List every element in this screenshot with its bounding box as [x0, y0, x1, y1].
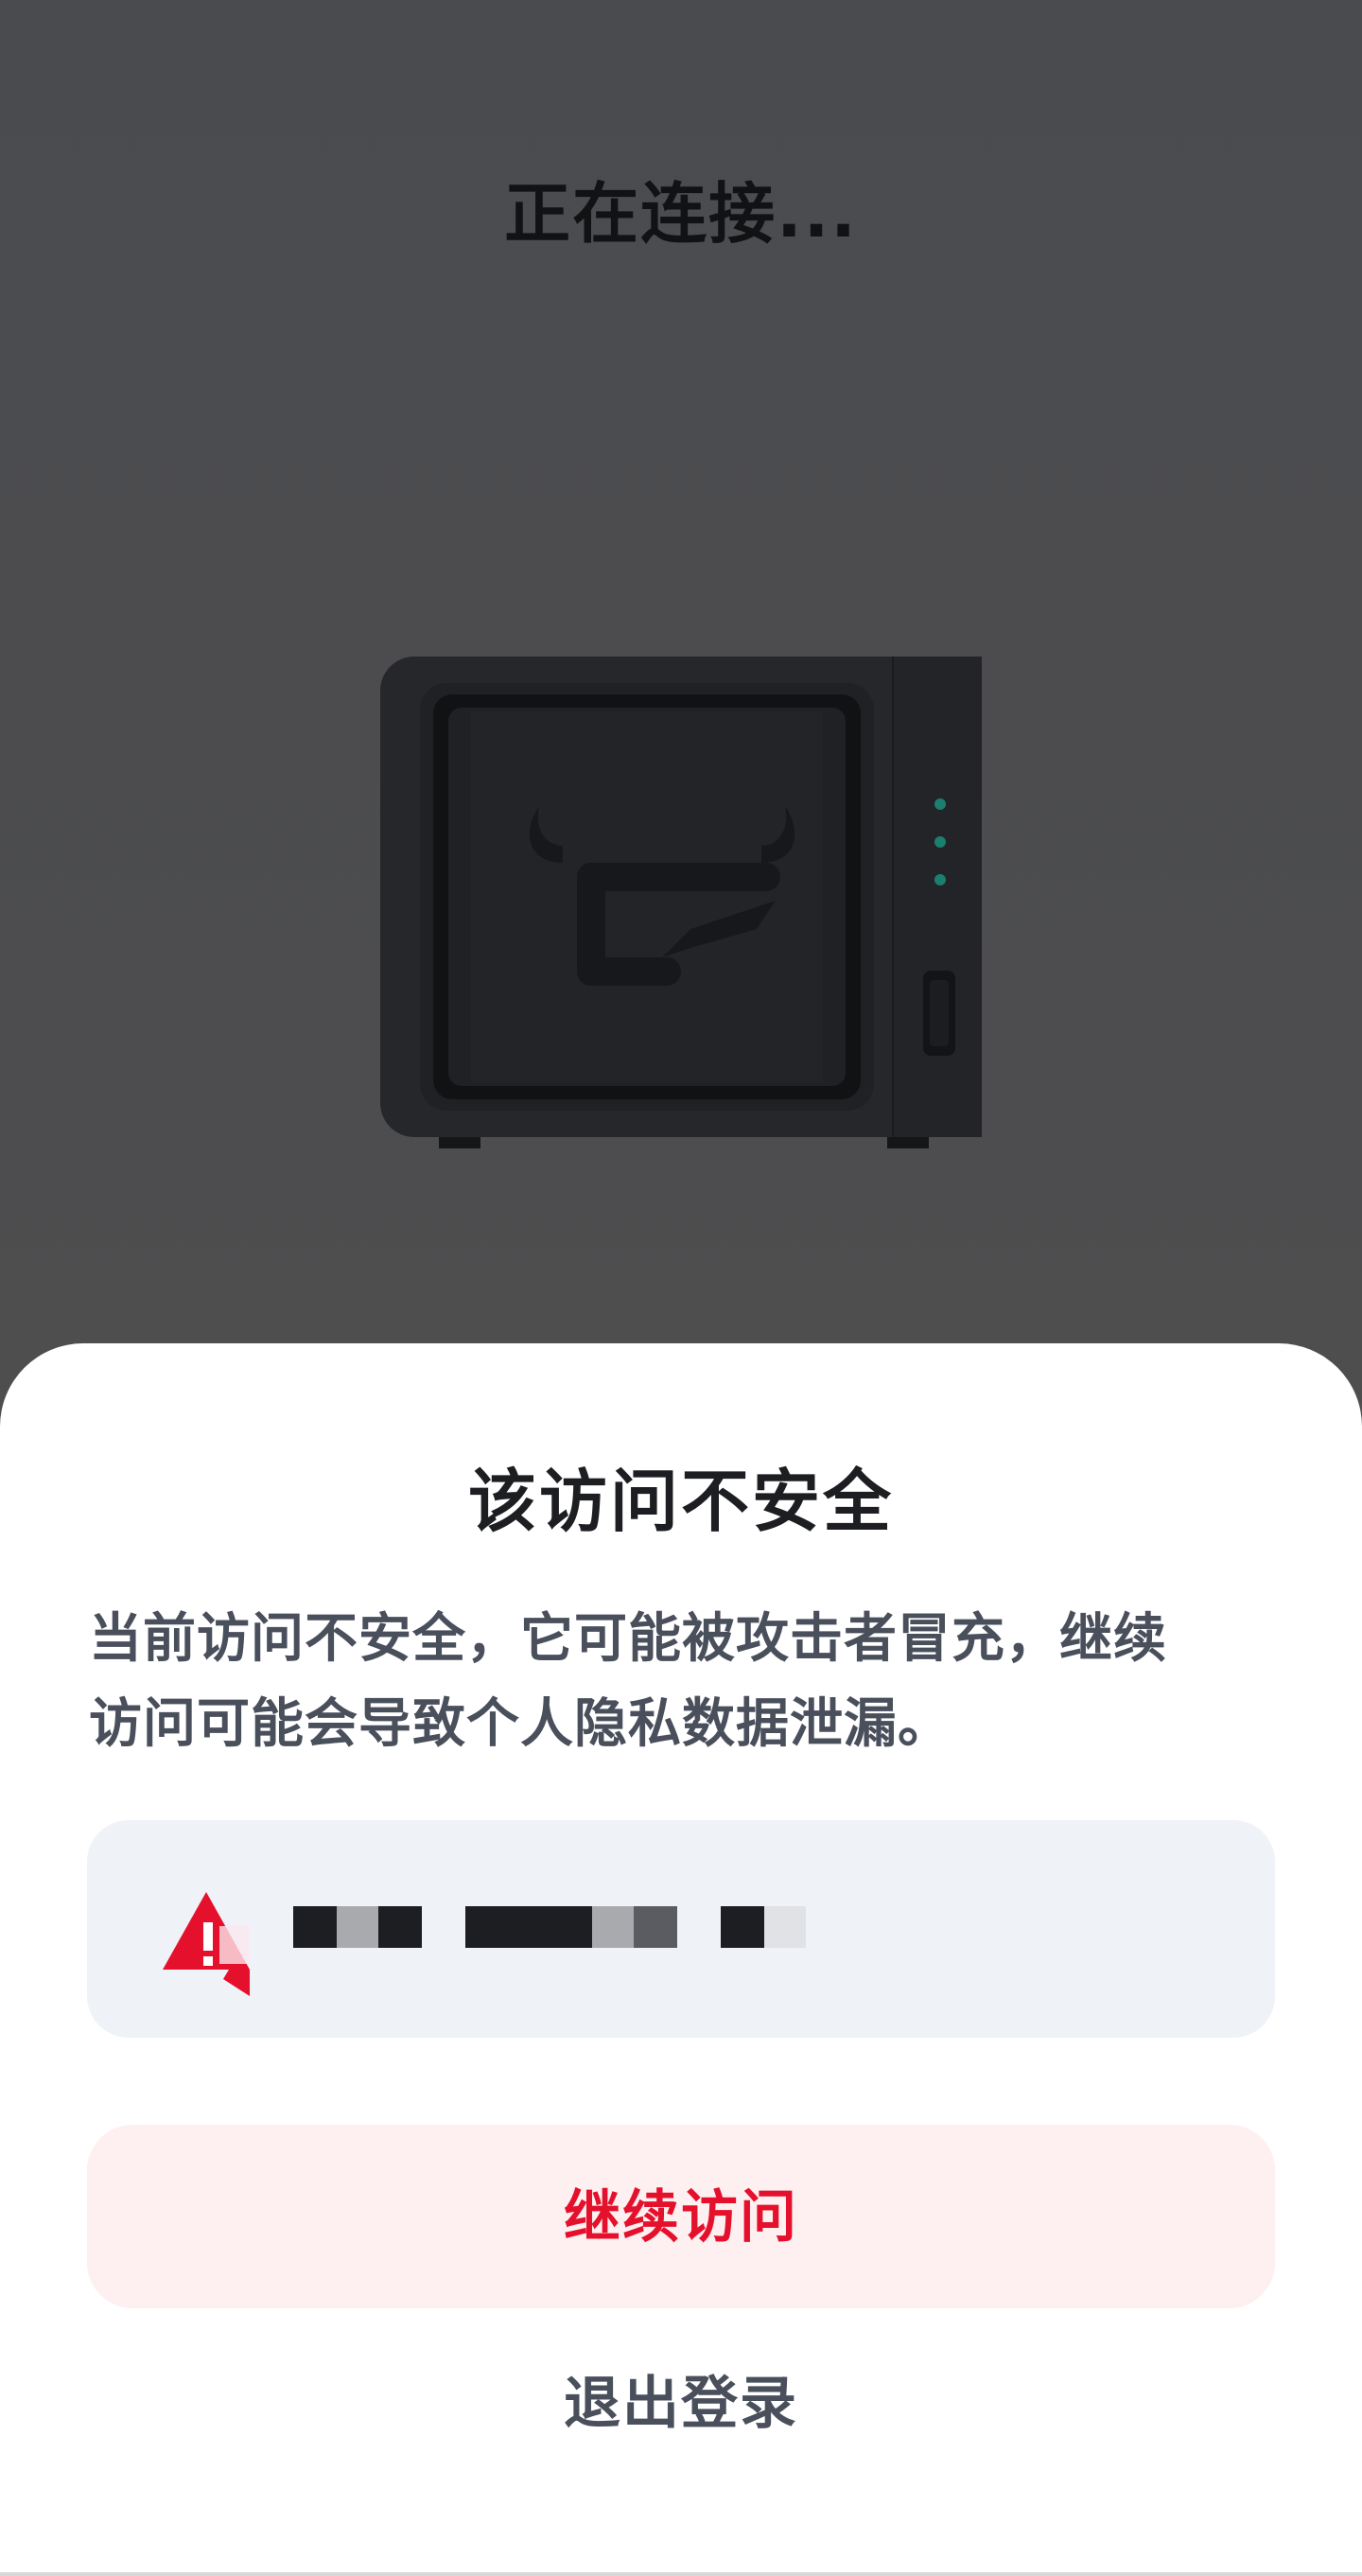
host-address-obscured	[293, 1898, 806, 1956]
host-address-box	[87, 1820, 1275, 2038]
dialog-message-line-1: 当前访问不安全，它可能被攻击者冒充，继续	[89, 1608, 1167, 1670]
continue-access-button[interactable]: 继续访问	[87, 2125, 1275, 2308]
connecting-title: 正在连接...	[504, 175, 858, 253]
dialog-message: 当前访问不安全，它可能被攻击者冒充，继续 访问可能会导致个人隐私数据泄漏。	[89, 1597, 1273, 1767]
nas-device-icon	[378, 655, 984, 1156]
dialog-message-line-2: 访问可能会导致个人隐私数据泄漏。	[89, 1693, 952, 1755]
dialog-title: 该访问不安全	[467, 1462, 894, 1541]
logout-button[interactable]: 退出登录	[397, 2356, 965, 2450]
security-warning-sheet: 该访问不安全 当前访问不安全，它可能被攻击者冒充，继续 访问可能会导致个人隐私数…	[0, 1343, 1362, 2576]
bottom-divider	[0, 2572, 1362, 2576]
warning-triangle-icon	[163, 1888, 253, 1996]
